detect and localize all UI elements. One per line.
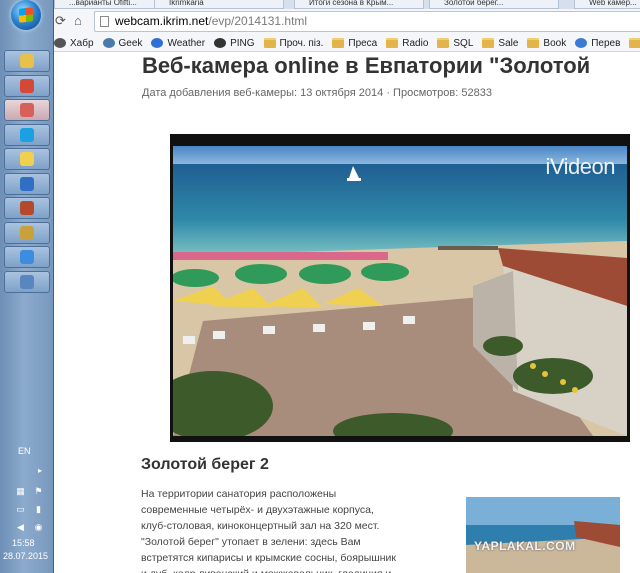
ie-icon	[20, 250, 34, 264]
browser-tab[interactable]: Ikrimkaria	[154, 0, 284, 9]
action-center-icon[interactable]: ▦	[15, 486, 26, 496]
added-date: Дата добавления веб-камеры: 13 октября 2…	[142, 87, 384, 99]
media-icon	[20, 201, 34, 215]
bookmark-item[interactable]: Перев	[575, 34, 621, 51]
taskbar-app-button[interactable]	[4, 172, 50, 195]
url-host: webcam.ikrim.net	[115, 14, 209, 28]
bookmark-item[interactable]: Преса	[332, 34, 378, 51]
thumbnail-scene	[466, 497, 620, 573]
url-path: /evp/2014131.html	[208, 14, 308, 28]
thumbnail-image[interactable]: YAPLAKAL.COM	[466, 497, 620, 573]
bookmark-item[interactable]: PING	[214, 34, 255, 51]
chrome-icon	[20, 78, 34, 93]
bookmark-label: Преса	[348, 37, 378, 49]
tray-expand-icon[interactable]: ▸	[38, 466, 42, 475]
bookmark-label: Book	[543, 37, 567, 49]
bookmark-label: PING	[230, 37, 255, 49]
translate-icon	[575, 38, 588, 48]
folder-app-icon	[20, 152, 34, 166]
bookmark-label: Weather	[167, 37, 206, 49]
habr-icon	[54, 38, 66, 48]
folder-icon	[386, 38, 399, 48]
bookmarks-bar: Хабр Geek Weather PING Проч. піз. Преса Radio S…	[54, 34, 640, 52]
taskbar-app-button[interactable]	[4, 221, 50, 244]
bookmark-label: Sale	[498, 37, 519, 49]
system-tray: EN ▸ ▦ ⚑ ▭ ▮ ◀ ◉ 15:58 28.07.2015	[0, 440, 54, 573]
bookmark-label: Radio	[402, 37, 429, 49]
page-title: Веб-камера online в Евпатории "Золотой	[142, 53, 591, 78]
taskbar-app-button[interactable]	[4, 99, 50, 121]
taskbar-app-button[interactable]	[4, 148, 50, 170]
language-indicator[interactable]: EN	[18, 446, 31, 456]
signal-icon[interactable]: ▮	[33, 504, 44, 514]
bookmark-item[interactable]: Radio	[386, 34, 429, 51]
taskbar-app-button[interactable]	[4, 74, 50, 97]
ping-icon	[214, 38, 227, 48]
bookmark-label: Geek	[118, 37, 143, 49]
reload-icon[interactable]: ⟳	[55, 13, 69, 29]
folder-icon	[629, 38, 640, 48]
volume-icon[interactable]: ◀	[15, 522, 26, 532]
folder-icon	[482, 38, 495, 48]
web-page: Веб-камера online в Евпатории "Золотой Д…	[54, 52, 640, 573]
browser-tab[interactable]: Web камер...	[574, 0, 640, 9]
taskbar: EN ▸ ▦ ⚑ ▭ ▮ ◀ ◉ 15:58 28.07.2015	[0, 0, 54, 573]
page-icon	[100, 16, 109, 27]
description-text: На территории санатория расположены совр…	[141, 488, 396, 573]
flag-icon[interactable]: ⚑	[33, 486, 44, 496]
taskbar-app-button[interactable]	[4, 246, 50, 268]
explorer-icon	[20, 54, 34, 68]
paint-icon	[20, 103, 34, 117]
navigation-bar: ⟳ ⌂ webcam.ikrim.net/evp/2014131.html	[54, 9, 640, 34]
ivideon-logo: iVideon	[545, 154, 616, 179]
taskbar-app-button[interactable]	[4, 270, 50, 293]
skype-icon	[20, 127, 34, 142]
weather-icon	[151, 38, 164, 48]
start-button[interactable]	[7, 0, 45, 30]
tab-strip: ...варианты Ofifti... Ikrimkaria Итоги сез…	[54, 0, 640, 9]
bookmark-item[interactable]: Sale	[482, 34, 519, 51]
bookmark-label: Хабр	[70, 37, 94, 49]
url-text[interactable]: webcam.ikrim.net/evp/2014131.html	[115, 14, 307, 28]
bookmark-item[interactable]: PO	[629, 34, 640, 51]
bookmark-item[interactable]: SQL	[437, 34, 474, 51]
webcam-video[interactable]: iVideon	[173, 146, 627, 436]
section-heading: Золотой берег 2	[141, 456, 269, 473]
bookmark-item[interactable]: Book	[527, 34, 567, 51]
folder-icon	[437, 38, 450, 48]
browser-tab[interactable]: Золотой берег...	[429, 0, 559, 9]
beach-scene	[173, 146, 627, 436]
taskbar-app-button[interactable]	[4, 123, 50, 146]
taskbar-app-button[interactable]	[4, 50, 50, 72]
windows-logo-icon	[11, 0, 41, 30]
webcam-player[interactable]: iVideon	[170, 134, 630, 442]
bookmark-label: Проч. піз.	[279, 37, 324, 49]
bookmark-item[interactable]: Weather	[151, 34, 206, 51]
bookmark-label: SQL	[453, 37, 474, 49]
bookmark-label: Перев	[591, 37, 621, 49]
network-icon[interactable]: ◉	[33, 522, 44, 532]
webcam-meta: Дата добавления веб-камеры: 13 октября 2…	[142, 87, 492, 99]
taskbar-app-button[interactable]	[4, 197, 50, 219]
browser-tab[interactable]: Итоги сезона в Крым...	[294, 0, 424, 9]
bookmark-item[interactable]: Проч. піз.	[263, 34, 324, 51]
tools-icon	[20, 225, 34, 240]
geek-icon	[102, 38, 115, 48]
views-count: Просмотров: 52833	[393, 87, 492, 99]
folder-icon	[263, 38, 276, 48]
firefox-icon	[20, 176, 34, 191]
bookmark-item[interactable]: Geek	[102, 34, 143, 51]
folder-icon	[527, 38, 540, 48]
address-bar[interactable]: webcam.ikrim.net/evp/2014131.html	[94, 11, 640, 32]
watermark: YAPLAKAL.COM	[474, 539, 576, 553]
folder-icon	[332, 38, 345, 48]
home-icon[interactable]: ⌂	[74, 13, 88, 29]
clock-time[interactable]: 15:58	[12, 538, 35, 548]
bookmark-item[interactable]: Хабр	[54, 34, 94, 51]
display-icon[interactable]: ▭	[15, 504, 26, 514]
network-app-icon	[20, 274, 34, 289]
clock-date[interactable]: 28.07.2015	[3, 551, 48, 561]
